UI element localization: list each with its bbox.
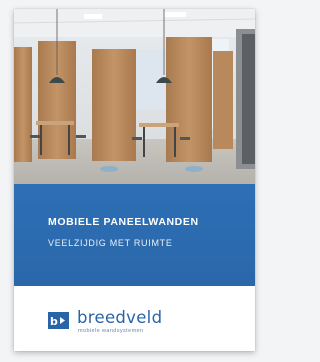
brochure-cover: MOBIELE PANEELWANDEN VEELZIJDIG MET RUIM… — [14, 9, 255, 351]
brochure-subtitle: VEELZIJDIG MET RUIMTE — [48, 238, 173, 248]
cover-photo — [14, 9, 255, 184]
brochure-title: MOBIELE PANEELWANDEN — [48, 216, 199, 228]
logo-tagline: mobiele wandsystemen — [78, 328, 144, 334]
logo-name: breedveld — [77, 308, 163, 327]
logo-mark-icon: b — [48, 312, 69, 329]
breedveld-logo: b breedveld mobiele wandsystemen — [48, 308, 228, 339]
svg-text:b: b — [50, 315, 58, 328]
title-band: MOBIELE PANEELWANDEN VEELZIJDIG MET RUIM… — [14, 184, 255, 286]
